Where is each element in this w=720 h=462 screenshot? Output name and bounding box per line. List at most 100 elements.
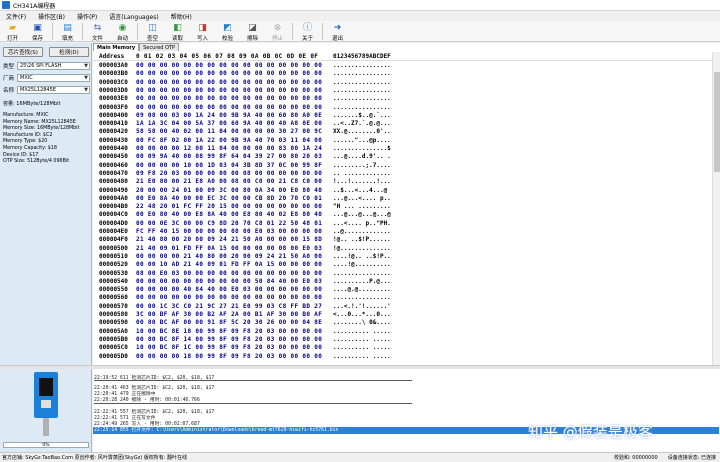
hex-row[interactable]: 00000420 58 58 00 40 02 00 11 04 00 00 00…	[93, 128, 712, 136]
hex-row[interactable]: 000003A0 00 00 00 00 00 00 00 00 00 00 00…	[93, 62, 712, 70]
read-button[interactable]: ◧ 读取	[165, 21, 190, 42]
hex-row[interactable]: 00000590 00 80 BC AF 00 00 91 8F 5C 20 30…	[93, 319, 712, 327]
hex-row[interactable]: 00000430 00 FC 8F 02 00 1A 22 00 9B 9A 40…	[93, 137, 712, 145]
row-ascii[interactable]: ................	[333, 87, 391, 94]
row-ascii[interactable]: ..$...<...4...@	[333, 187, 387, 194]
hex-row[interactable]: 00000570 00 00 1C 3C C0 21 9C 27 21 E0 99…	[93, 303, 712, 311]
row-ascii[interactable]: !@.. ..$!P......	[333, 236, 391, 243]
hex-row[interactable]: 000004B0 22 48 20 01 FC FF 20 15 00 00 00…	[93, 203, 712, 211]
name-select[interactable]: MX25L12845E ▼	[17, 85, 90, 94]
save-button[interactable]: ▣ 保存	[25, 21, 50, 42]
row-bytes[interactable]: 08 00 E0 03 00 00 00 00 00 00 00 00 00 0…	[136, 270, 322, 277]
row-ascii[interactable]: .......... .....	[333, 344, 391, 351]
row-bytes[interactable]: 00 00 00 00 00 00 00 00 00 00 00 00 00 0…	[136, 87, 322, 94]
erase-button[interactable]: ◪ 擦除	[240, 21, 265, 42]
row-bytes[interactable]: 00 00 00 00 00 00 00 00 00 00 00 00 00 0…	[136, 95, 322, 102]
row-bytes[interactable]: 00 00 00 00 18 00 99 8F 09 F8 20 03 00 0…	[136, 353, 322, 360]
row-bytes[interactable]: 00 E0 8A 40 00 00 EC 3C 00 00 CB 8D 20 7…	[136, 195, 322, 202]
hex-row[interactable]: 000004A0 00 E0 8A 40 00 00 EC 3C 00 00 CB…	[93, 195, 712, 203]
row-ascii[interactable]: ....!@..........	[333, 261, 391, 268]
row-ascii[interactable]: !...!.......!...	[333, 178, 391, 185]
row-bytes[interactable]: 00 00 00 00 40 84 40 00 E0 03 00 00 00 0…	[136, 286, 322, 293]
hex-row[interactable]: 000003B0 00 00 00 00 00 00 00 00 00 00 00…	[93, 70, 712, 78]
row-bytes[interactable]: 00 00 00 00 10 00 1D 03 04 3B 8D 37 0C 0…	[136, 162, 322, 169]
row-ascii[interactable]: ..........P.@...	[333, 278, 391, 285]
row-ascii[interactable]: .......... .....	[333, 336, 391, 343]
row-bytes[interactable]: 10 00 BC 8F 1C 00 99 8F 09 F8 20 03 00 0…	[136, 344, 322, 351]
file-button[interactable]: ⇆ 文件	[85, 21, 110, 42]
hex-row[interactable]: 00000400 09 08 00 03 00 1A 24 00 9B 9A 40…	[93, 112, 712, 120]
hex-row[interactable]: 00000480 21 E0 80 00 21 E8 A0 00 08 00 C0…	[93, 178, 712, 186]
row-ascii[interactable]: .........;.7....	[333, 162, 391, 169]
row-ascii[interactable]: .. .............	[333, 170, 391, 177]
hex-row[interactable]: 00000460 00 00 00 00 10 00 1D 03 04 3B 8D…	[93, 162, 712, 170]
row-ascii[interactable]: .......$..@.`...	[333, 112, 391, 119]
fill-button[interactable]: ▤ 填充	[55, 21, 80, 42]
type-select[interactable]: 25\26 SPI FLASH ▼	[17, 61, 90, 70]
row-ascii[interactable]: ........\ 0&....	[333, 319, 391, 326]
row-ascii[interactable]: ...<.... p.."PH.	[333, 220, 391, 227]
row-ascii[interactable]: !@..............	[333, 245, 391, 252]
row-ascii[interactable]: .......... .....	[333, 353, 391, 360]
row-ascii[interactable]: "H ... .........	[333, 203, 391, 210]
hex-row[interactable]: 00000550 00 00 00 00 40 84 40 00 E0 03 00…	[93, 286, 712, 294]
row-bytes[interactable]: 3C 00 BF AF 30 00 B2 AF 2A 00 B1 AF 30 0…	[136, 311, 322, 318]
write-button[interactable]: ◨ 写入	[190, 21, 215, 42]
hex-row[interactable]: 00000540 00 00 00 00 00 00 00 00 00 00 50…	[93, 278, 712, 286]
row-bytes[interactable]: 21 40 09 01 FD FF 0A 15 00 00 00 00 08 0…	[136, 245, 322, 252]
row-ascii[interactable]: ................	[333, 104, 391, 111]
hex-row[interactable]: 000005C0 10 00 BC 8F 1C 00 99 8F 09 F8 20…	[93, 344, 712, 352]
exit-button[interactable]: ➜ 退出	[325, 21, 350, 42]
scrollbar-thumb[interactable]	[714, 72, 720, 172]
row-bytes[interactable]: 00 80 BC AF 00 00 91 8F 5C 20 30 26 00 0…	[136, 319, 322, 326]
menu-operation-area[interactable]: 操作区(B)	[32, 12, 71, 21]
hex-row[interactable]: 00000530 08 00 E0 03 00 00 00 00 00 00 00…	[93, 270, 712, 278]
verify-button[interactable]: ◩ 校验	[215, 21, 240, 42]
row-ascii[interactable]: ...@...@...@...@	[333, 211, 391, 218]
tab-main-memory[interactable]: Main Memory	[93, 43, 140, 51]
hex-row[interactable]: 000004E0 FC FF 40 15 00 00 00 00 08 00 E0…	[93, 228, 712, 236]
hex-row[interactable]: 000003F0 00 00 00 00 00 00 00 00 00 00 00…	[93, 104, 712, 112]
hex-row[interactable]: 000003E0 00 00 00 00 00 00 00 00 00 00 00…	[93, 95, 712, 103]
row-bytes[interactable]: 58 58 00 40 02 00 11 04 00 00 00 00 30 2…	[136, 128, 322, 135]
row-bytes[interactable]: 1A 1A 3C 04 00 5A 37 00 60 9A 40 00 40 A…	[136, 120, 322, 127]
row-ascii[interactable]: ................	[333, 95, 391, 102]
hex-row[interactable]: 00000510 00 00 00 00 21 40 80 00 20 00 09…	[93, 253, 712, 261]
row-ascii[interactable]: ..@.............	[333, 228, 391, 235]
row-ascii[interactable]: ...............$	[333, 145, 391, 152]
row-bytes[interactable]: 09 F8 20 03 00 00 00 00 00 08 00 00 00 0…	[136, 170, 322, 177]
row-bytes[interactable]: 00 FC 8F 02 00 1A 22 00 9B 9A 40 70 03 1…	[136, 137, 322, 144]
hex-rows[interactable]: 000003A0 00 00 00 00 00 00 00 00 00 00 00…	[93, 62, 712, 365]
blank-check-button[interactable]: ◫ 查空	[140, 21, 165, 42]
row-bytes[interactable]: 00 00 00 00 00 00 00 00 00 00 00 00 00 0…	[136, 104, 322, 111]
hex-row[interactable]: 00000580 3C 00 BF AF 30 00 B2 AF 2A 00 B1…	[93, 311, 712, 319]
row-ascii[interactable]: ...@....d.9'.. .	[333, 153, 391, 160]
row-bytes[interactable]: 00 00 00 00 00 00 00 00 00 00 00 00 00 0…	[136, 79, 322, 86]
row-ascii[interactable]: ...@...<.... p..	[333, 195, 391, 202]
row-ascii[interactable]: ................	[333, 270, 391, 277]
row-ascii[interactable]: ................	[333, 70, 391, 77]
row-bytes[interactable]: 00 00 0E 3C 00 00 C9 8D 20 70 C8 01 22 5…	[136, 220, 322, 227]
row-bytes[interactable]: 00 00 10 AD 21 40 09 01 FD FF 0A 15 00 0…	[136, 261, 322, 268]
hex-row[interactable]: 000005B0 00 80 BC 8F 14 00 99 8F 09 F8 20…	[93, 336, 712, 344]
tab-secured-otp[interactable]: Secured OTP	[139, 43, 180, 51]
menu-language[interactable]: 语言(Languages)	[103, 12, 164, 21]
hex-row[interactable]: 000003D0 00 00 00 00 00 00 00 00 00 00 00…	[93, 87, 712, 95]
row-ascii[interactable]: ....@.@.........	[333, 286, 391, 293]
row-ascii[interactable]: ..<..Z7.`.@.@...	[333, 120, 391, 127]
row-bytes[interactable]: 00 09 9A 40 00 08 99 8F 64 04 39 27 00 8…	[136, 153, 322, 160]
row-ascii[interactable]: ....!@.. ..$!P..	[333, 253, 391, 260]
detect-button[interactable]: 检测(D)	[49, 47, 89, 57]
row-bytes[interactable]: FC FF 40 15 00 00 00 00 08 00 E0 03 00 0…	[136, 228, 322, 235]
hex-row[interactable]: 000005D0 00 00 00 00 18 00 99 8F 09 F8 20…	[93, 353, 712, 361]
row-ascii[interactable]: <...0...*...0...	[333, 311, 391, 318]
row-bytes[interactable]: 20 00 00 24 01 00 09 3C 00 80 0A 34 00 E…	[136, 187, 322, 194]
row-ascii[interactable]: ...<.!.'!......'	[333, 303, 391, 310]
row-bytes[interactable]: 10 00 BC 8E 18 00 99 8F 09 F8 20 03 00 0…	[136, 328, 322, 335]
maker-select[interactable]: MXIC ▼	[17, 73, 90, 82]
hex-row[interactable]: 00000490 20 00 00 24 01 00 09 3C 00 80 0A…	[93, 187, 712, 195]
hex-row[interactable]: 00000520 00 00 10 AD 21 40 09 01 FD FF 0A…	[93, 261, 712, 269]
row-ascii[interactable]: .......... .....	[333, 328, 391, 335]
row-ascii[interactable]: ......"...@p....	[333, 137, 391, 144]
row-bytes[interactable]: 00 00 00 00 00 00 00 00 00 00 00 00 00 0…	[136, 62, 322, 69]
